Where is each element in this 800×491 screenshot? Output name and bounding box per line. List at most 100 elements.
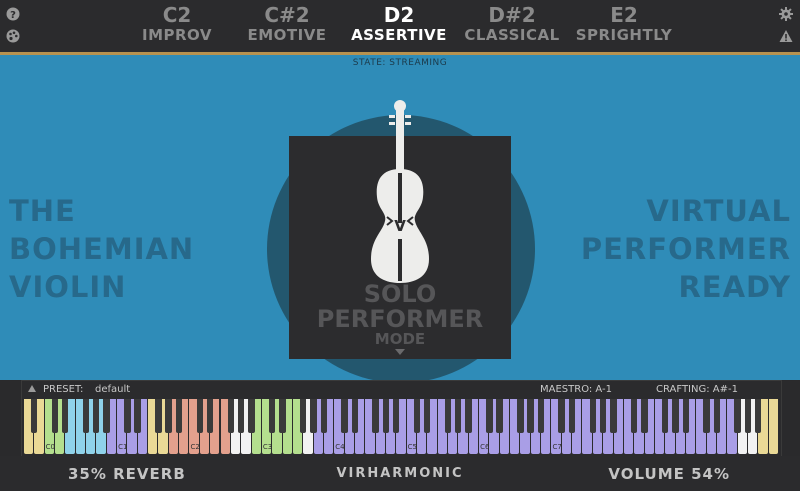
tab-note: C#2 (264, 3, 310, 27)
black-key[interactable] (124, 399, 131, 433)
octave-label: C0 (45, 443, 56, 451)
violin-letter: V (394, 217, 406, 235)
mode-dropdown-icon[interactable] (395, 349, 405, 355)
violin-icon: V (371, 100, 429, 283)
black-key[interactable] (455, 399, 462, 433)
octave-label: C4 (335, 443, 345, 451)
black-key[interactable] (351, 399, 359, 433)
volume-control[interactable]: VOLUME 54% (608, 465, 730, 483)
tab-mood: CLASSICAL (464, 26, 560, 44)
main-panel: STATE: STREAMING THE BOHEMIAN VIOLIN VIR… (0, 55, 800, 383)
black-key[interactable] (82, 399, 90, 433)
maestro-value: MAESTRO: A-1 (540, 384, 613, 395)
black-key[interactable] (248, 399, 255, 433)
instrument-title-line: VIOLIN (9, 270, 127, 304)
black-key[interactable] (713, 399, 721, 433)
black-key[interactable] (444, 399, 452, 433)
keyboard-panel: PRESET: default MAESTRO: A-1 CRAFTING: A… (21, 380, 782, 457)
black-key[interactable] (424, 399, 431, 433)
black-key[interactable] (299, 399, 307, 433)
black-key[interactable] (682, 399, 689, 433)
black-key[interactable] (558, 399, 565, 433)
preset-label: PRESET: (43, 384, 84, 395)
black-key[interactable] (196, 399, 203, 433)
warning-icon[interactable] (779, 29, 793, 43)
black-key[interactable] (227, 399, 234, 433)
octave-label: C6 (480, 443, 490, 451)
black-key[interactable] (610, 399, 617, 433)
black-key[interactable] (93, 399, 100, 433)
black-key[interactable] (372, 399, 379, 433)
black-key[interactable] (320, 399, 328, 433)
instrument-title-line: THE (9, 194, 76, 228)
black-key[interactable] (103, 399, 110, 433)
collapse-up-icon[interactable] (28, 385, 36, 392)
black-key[interactable] (62, 399, 69, 433)
tab-d-sharp-2[interactable]: D#2 CLASSICAL (457, 4, 567, 44)
black-key[interactable] (155, 399, 162, 433)
black-key[interactable] (134, 399, 141, 433)
black-key[interactable] (382, 399, 390, 433)
piano-keyboard[interactable]: C0 C1 C2 C3 C4 C5 C6 C7 (24, 399, 779, 454)
bottom-bar: 35% REVERB VIRHARMONIC VOLUME 54% (0, 456, 800, 491)
status-title-line: PERFORMER (580, 232, 791, 266)
tab-mood: IMPROV (141, 26, 212, 44)
tab-mood: ASSERTIVE (351, 26, 447, 44)
black-key[interactable] (486, 399, 493, 433)
svg-text:?: ? (10, 10, 16, 21)
black-key[interactable] (237, 399, 245, 433)
black-key[interactable] (744, 399, 752, 433)
black-key[interactable] (527, 399, 534, 433)
black-key[interactable] (641, 399, 648, 433)
black-key[interactable] (630, 399, 638, 433)
black-key[interactable] (268, 399, 276, 433)
black-key[interactable] (537, 399, 545, 433)
mode-line-2: PERFORMER (316, 305, 484, 333)
black-key[interactable] (568, 399, 576, 433)
tab-c2[interactable]: C2 IMPROV (122, 4, 232, 44)
black-key[interactable] (517, 399, 524, 433)
octave-label: C7 (552, 443, 562, 451)
octave-label: C5 (407, 443, 417, 451)
tab-note: C2 (162, 3, 192, 27)
black-key[interactable] (310, 399, 317, 433)
keyboard-header: PRESET: default MAESTRO: A-1 CRAFTING: A… (22, 381, 781, 398)
black-key[interactable] (279, 399, 286, 433)
help-icon[interactable]: ? (6, 7, 20, 21)
top-bar: ? C2 IMPROV C#2 EMOTIVE D2 ASSERTIVE D#2… (0, 0, 800, 52)
tab-mood: SPRIGHTLY (575, 26, 673, 44)
black-key[interactable] (206, 399, 214, 433)
black-key[interactable] (413, 399, 421, 433)
tab-d2[interactable]: D2 ASSERTIVE (344, 4, 454, 44)
tab-c-sharp-2[interactable]: C#2 EMOTIVE (232, 4, 342, 44)
black-key[interactable] (393, 399, 400, 433)
status-title-line: READY (678, 270, 791, 304)
black-key[interactable] (661, 399, 669, 433)
black-key[interactable] (165, 399, 172, 433)
tab-note: D2 (383, 3, 415, 27)
octave-label: C3 (262, 443, 273, 451)
black-key[interactable] (31, 399, 38, 433)
gear-icon[interactable] (779, 7, 793, 21)
black-key[interactable] (755, 399, 762, 433)
palette-icon[interactable] (6, 29, 20, 43)
tab-note: D#2 (488, 3, 536, 27)
tab-note: E2 (610, 3, 638, 27)
black-key[interactable] (589, 399, 596, 433)
instrument-title-line: BOHEMIAN (9, 232, 195, 266)
black-key[interactable] (465, 399, 472, 433)
black-key[interactable] (599, 399, 607, 433)
black-key[interactable] (175, 399, 183, 433)
black-key[interactable] (51, 399, 59, 433)
octave-label: C1 (118, 443, 128, 451)
mode-line-3: MODE (374, 330, 426, 348)
state-label: STATE: STREAMING (352, 58, 448, 68)
tab-e2[interactable]: E2 SPRIGHTLY (569, 4, 679, 44)
black-key[interactable] (341, 399, 348, 433)
black-key[interactable] (496, 399, 503, 433)
black-key[interactable] (672, 399, 679, 433)
black-key[interactable] (734, 399, 741, 433)
preset-value[interactable]: default (95, 384, 130, 395)
black-key[interactable] (703, 399, 710, 433)
white-key[interactable] (768, 399, 778, 454)
